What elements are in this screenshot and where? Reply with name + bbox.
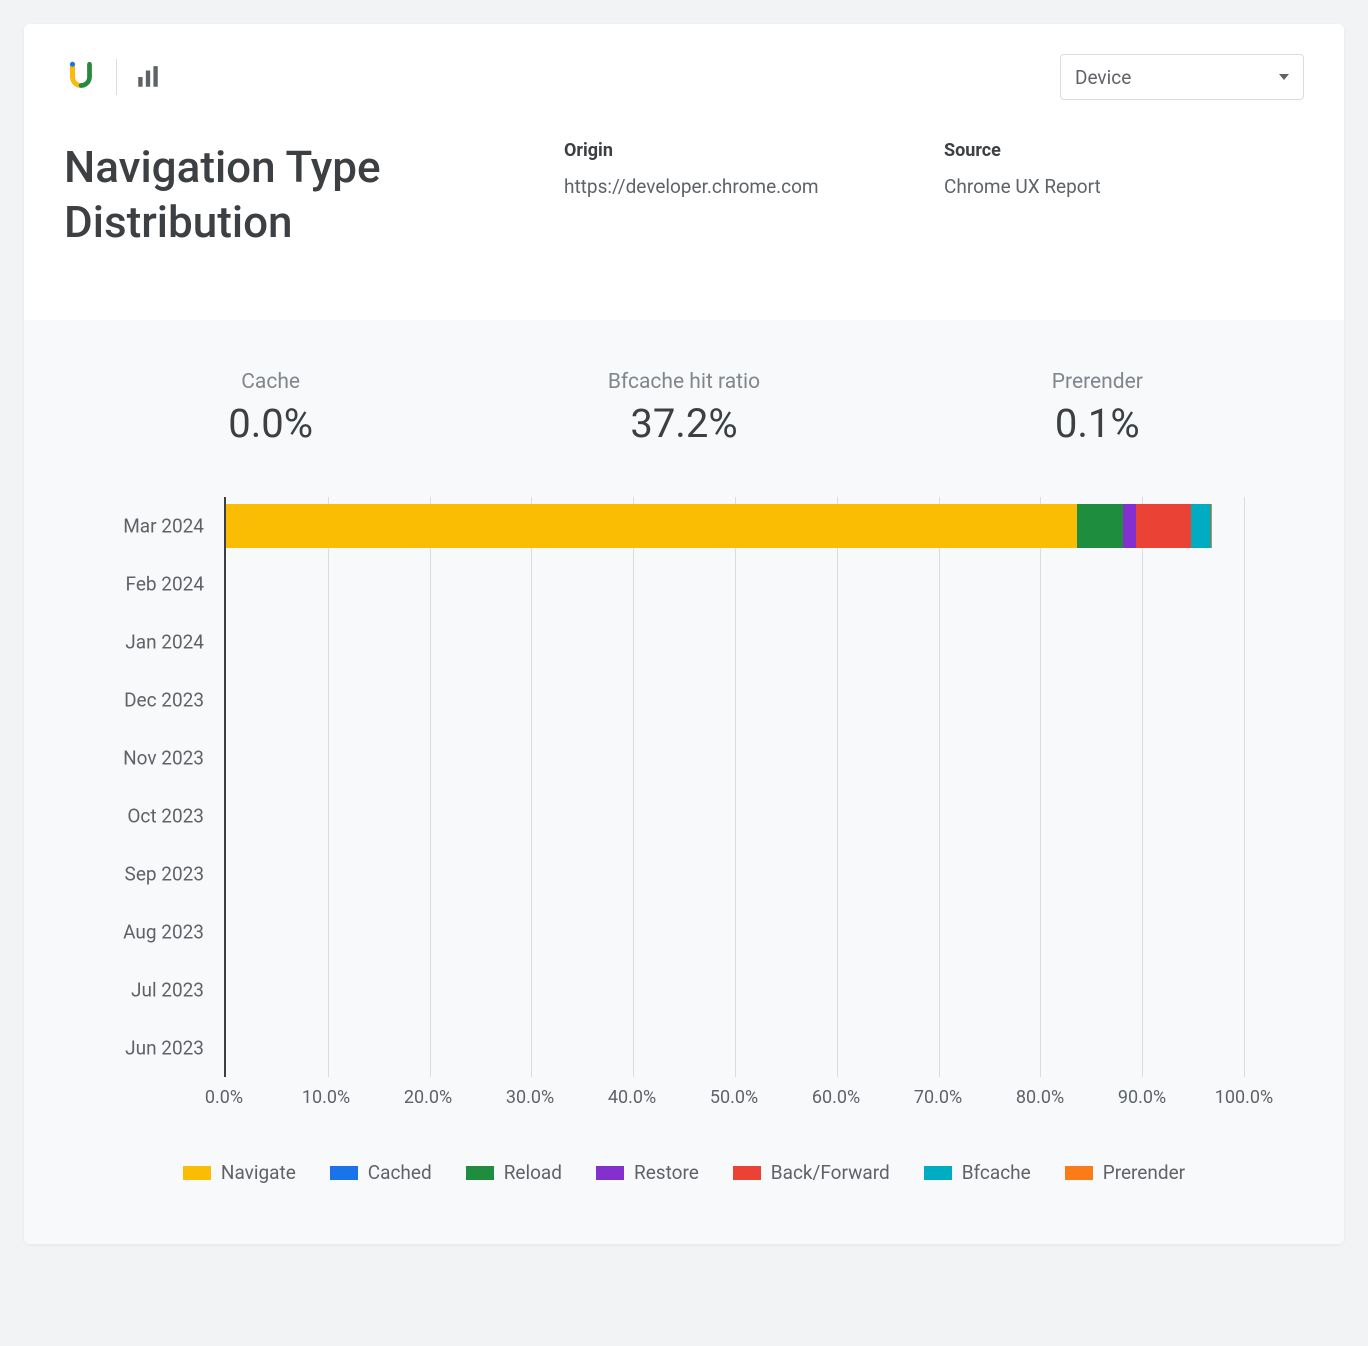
y-tick-label: Sep 2023 (125, 863, 204, 886)
y-tick-label: Aug 2023 (123, 921, 204, 944)
x-tick-label: 30.0% (506, 1087, 554, 1108)
device-select[interactable]: Device (1060, 54, 1304, 100)
stat-cache-value: 0.0% (64, 400, 477, 447)
stat-prerender-value: 0.1% (891, 400, 1304, 447)
y-tick-label: Jan 2024 (125, 631, 204, 654)
bar-segment (1123, 504, 1136, 548)
x-tick-label: 10.0% (302, 1087, 350, 1108)
source-block: Source Chrome UX Report (944, 140, 1304, 250)
origin-block: Origin https://developer.chrome.com (564, 140, 924, 250)
x-tick-label: 80.0% (1016, 1087, 1064, 1108)
header-divider (116, 59, 117, 95)
source-label: Source (944, 140, 1304, 161)
legend-item[interactable]: Bfcache (924, 1161, 1031, 1184)
bar-segment (1211, 504, 1212, 548)
x-tick-label: 100.0% (1215, 1087, 1273, 1108)
y-tick-label: Dec 2023 (124, 689, 204, 712)
report-card: Device Navigation Type Distribution Orig… (24, 24, 1344, 1244)
y-tick-label: Mar 2024 (123, 515, 204, 538)
x-tick-label: 70.0% (914, 1087, 962, 1108)
y-tick-label: Feb 2024 (126, 573, 204, 596)
chevron-down-icon (1279, 74, 1289, 80)
x-tick-label: 20.0% (404, 1087, 452, 1108)
meta-row: Navigation Type Distribution Origin http… (24, 110, 1344, 320)
app-logo-icon (64, 60, 98, 94)
x-tick-label: 40.0% (608, 1087, 656, 1108)
legend-item[interactable]: Back/Forward (733, 1161, 890, 1184)
bar-chart-icon (135, 64, 161, 90)
y-tick-label: Nov 2023 (123, 747, 204, 770)
x-tick-label: 90.0% (1118, 1087, 1166, 1108)
stat-bfcache: Bfcache hit ratio 37.2% (477, 370, 890, 447)
stats-row: Cache 0.0% Bfcache hit ratio 37.2% Prere… (64, 370, 1304, 447)
origin-value: https://developer.chrome.com (564, 175, 924, 198)
page-title: Navigation Type Distribution (64, 140, 544, 250)
legend-item[interactable]: Prerender (1065, 1161, 1185, 1184)
stat-cache-label: Cache (64, 370, 477, 394)
legend-item[interactable]: Restore (596, 1161, 699, 1184)
y-tick-label: Oct 2023 (127, 805, 204, 828)
stat-prerender-label: Prerender (891, 370, 1304, 394)
bar-segment (226, 504, 1077, 548)
legend-label: Prerender (1103, 1161, 1185, 1184)
plot-area (224, 497, 1244, 1077)
legend-label: Navigate (221, 1161, 296, 1184)
legend-item[interactable]: Reload (466, 1161, 562, 1184)
stat-prerender: Prerender 0.1% (891, 370, 1304, 447)
x-tick-label: 50.0% (710, 1087, 758, 1108)
legend-label: Restore (634, 1161, 699, 1184)
device-select-label: Device (1075, 66, 1131, 89)
stacked-bar-chart: Mar 2024 Feb 2024 Jan 2024 Dec 2023 Nov 2023… (84, 497, 1284, 1137)
y-tick-label: Jul 2023 (131, 979, 204, 1002)
legend-swatch (596, 1166, 624, 1180)
legend-item[interactable]: Navigate (183, 1161, 296, 1184)
legend-label: Bfcache (962, 1161, 1031, 1184)
header: Device (24, 24, 1344, 110)
bar-segment (1191, 504, 1211, 548)
legend-swatch (330, 1166, 358, 1180)
legend-swatch (733, 1166, 761, 1180)
source-value: Chrome UX Report (944, 175, 1304, 198)
bar-segment (1077, 504, 1122, 548)
legend-label: Reload (504, 1161, 562, 1184)
origin-label: Origin (564, 140, 924, 161)
chart-section: Cache 0.0% Bfcache hit ratio 37.2% Prere… (24, 320, 1344, 1244)
stat-bfcache-value: 37.2% (477, 400, 890, 447)
legend-swatch (466, 1166, 494, 1180)
legend-swatch (183, 1166, 211, 1180)
x-tick-label: 60.0% (812, 1087, 860, 1108)
bar-segment (1136, 504, 1191, 548)
legend-swatch (1065, 1166, 1093, 1180)
legend-item[interactable]: Cached (330, 1161, 432, 1184)
stat-cache: Cache 0.0% (64, 370, 477, 447)
legend-swatch (924, 1166, 952, 1180)
gridline (1244, 497, 1245, 1077)
legend-label: Cached (368, 1161, 432, 1184)
legend-label: Back/Forward (771, 1161, 890, 1184)
y-tick-label: Jun 2023 (125, 1037, 204, 1060)
stat-bfcache-label: Bfcache hit ratio (477, 370, 890, 394)
bar-row (226, 504, 1228, 548)
x-tick-label: 0.0% (205, 1087, 243, 1108)
legend: Navigate Cached Reload Restore Back/Forward B… (64, 1161, 1304, 1184)
